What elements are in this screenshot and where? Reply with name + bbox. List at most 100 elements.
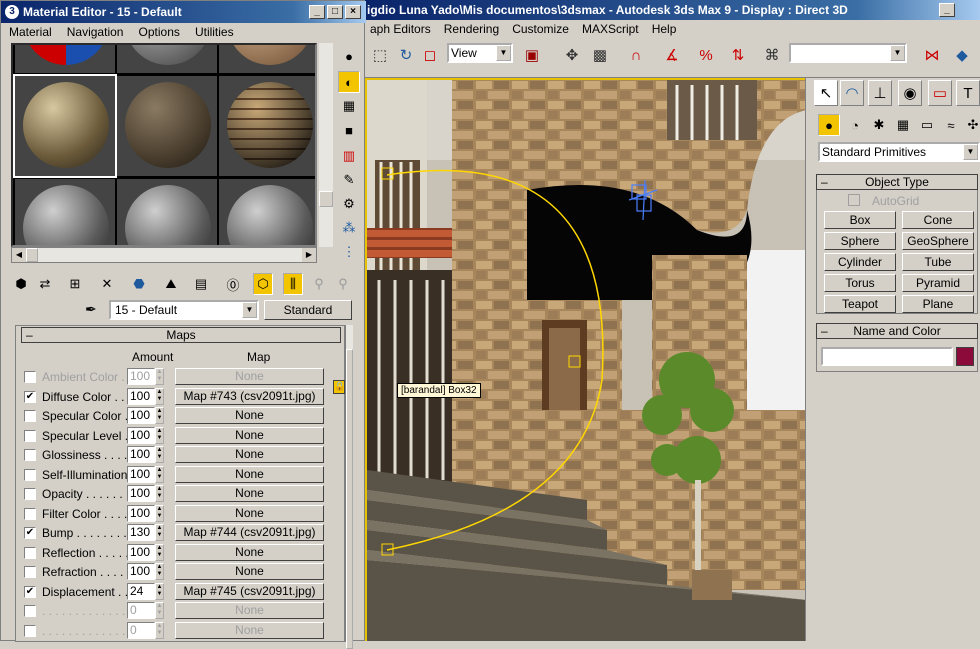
maximize-button[interactable]: □: [327, 5, 343, 19]
map-enable-checkbox[interactable]: [24, 468, 36, 481]
menu-customize[interactable]: Customize: [507, 20, 574, 38]
map-amount-input[interactable]: 100: [127, 407, 155, 424]
plane-button[interactable]: Plane: [902, 295, 974, 313]
select-by-material-icon[interactable]: ⁂: [338, 217, 360, 239]
map-amount-input[interactable]: 100: [127, 543, 155, 561]
menu-material[interactable]: Material: [1, 23, 56, 41]
amount-spinner[interactable]: ▲ ▼: [155, 446, 164, 463]
map-slot-button[interactable]: None: [175, 485, 324, 502]
map-enable-checkbox[interactable]: [24, 624, 36, 637]
material-type-button[interactable]: Standard: [264, 300, 352, 320]
material-name-dropdown[interactable]: 15 - Default ▼: [109, 300, 259, 320]
create-tab-icon[interactable]: ↖: [814, 80, 838, 106]
teapot-button[interactable]: Teapot: [824, 295, 896, 313]
map-slot-button[interactable]: Map #745 (csv2091t.jpg): [175, 582, 324, 600]
map-enable-checkbox[interactable]: [24, 566, 36, 578]
map-enable-checkbox[interactable]: ✔: [24, 585, 36, 598]
minimize-button[interactable]: _: [309, 5, 325, 19]
sample-slot[interactable]: [219, 45, 315, 73]
perspective-viewport[interactable]: [365, 78, 805, 641]
lights-icon[interactable]: ✱: [868, 114, 890, 136]
slots-horizontal-scrollbar[interactable]: ◀ ▶: [11, 247, 317, 263]
max-minimize-button[interactable]: _: [939, 3, 955, 17]
eyedropper-icon[interactable]: ✒: [85, 301, 97, 318]
geosphere-button[interactable]: GeoSphere: [902, 232, 974, 250]
menu-utilities[interactable]: Utilities: [187, 23, 238, 41]
map-amount-input[interactable]: 100: [127, 368, 155, 385]
named-selection-icon[interactable]: ⌘: [761, 44, 783, 66]
get-material-icon[interactable]: ⬢: [11, 273, 31, 295]
put-to-scene-icon[interactable]: ⇄: [35, 273, 55, 295]
map-slot-button[interactable]: None: [175, 407, 324, 424]
map-enable-checkbox[interactable]: [24, 507, 36, 520]
amount-spinner[interactable]: ▲ ▼: [155, 602, 164, 619]
cameras-icon[interactable]: ▦: [892, 114, 914, 136]
object-name-field[interactable]: [821, 347, 953, 366]
map-slot-button[interactable]: None: [175, 368, 324, 385]
cone-button[interactable]: Cone: [902, 211, 974, 229]
map-slot-button[interactable]: None: [175, 426, 324, 444]
pick-material-icon[interactable]: ⚲: [333, 273, 353, 295]
amount-spinner[interactable]: ▲ ▼: [155, 426, 164, 444]
select-region-icon[interactable]: ⬚: [369, 44, 391, 66]
menu-help[interactable]: Help: [647, 20, 682, 38]
hierarchy-tab-icon[interactable]: ⊥: [868, 80, 892, 106]
motion-tab-icon[interactable]: ◉: [898, 80, 922, 106]
map-slot-button[interactable]: None: [175, 446, 324, 463]
amount-spinner[interactable]: ▲ ▼: [155, 621, 164, 639]
map-slot-button[interactable]: None: [175, 602, 324, 619]
sample-slot-active[interactable]: [13, 74, 117, 178]
show-end-result-icon[interactable]: ⬡: [253, 273, 273, 295]
sample-slot[interactable]: [117, 76, 217, 176]
reset-map-icon[interactable]: ✕: [97, 273, 117, 295]
object-type-rollout-header[interactable]: – Object Type: [816, 174, 978, 190]
menu-navigation[interactable]: Navigation: [59, 23, 128, 41]
sample-type-icon[interactable]: ●: [338, 45, 360, 67]
map-slot-button[interactable]: Map #744 (csv2091t.jpg): [175, 524, 324, 541]
menu-graph-editors[interactable]: aph Editors: [365, 20, 436, 38]
put-to-library-icon[interactable]: ⛰: [161, 273, 181, 295]
sample-slot[interactable]: [117, 45, 217, 73]
map-amount-input[interactable]: 100: [127, 504, 155, 522]
spinner-snap-icon[interactable]: ⇅: [727, 44, 749, 66]
material-map-navigator-icon[interactable]: ⋮: [338, 241, 360, 263]
video-color-check-icon[interactable]: ▥: [338, 145, 360, 167]
shapes-icon[interactable]: ◔: [844, 114, 866, 136]
rotate-icon[interactable]: ↻: [395, 44, 417, 66]
map-slot-button[interactable]: None: [175, 621, 324, 639]
background-icon[interactable]: ▦: [338, 95, 360, 117]
map-amount-input[interactable]: 100: [127, 465, 155, 483]
autogrid-checkbox[interactable]: [848, 194, 860, 206]
material-id-channel-icon[interactable]: ▤: [191, 273, 211, 295]
amount-spinner[interactable]: ▲ ▼: [155, 387, 164, 405]
go-forward-to-sibling-icon[interactable]: ⚲: [309, 273, 329, 295]
slots-vertical-scrollbar[interactable]: [319, 43, 333, 247]
scroll-thumb[interactable]: [319, 191, 333, 207]
torus-button[interactable]: Torus: [824, 274, 896, 292]
map-enable-checkbox[interactable]: [24, 449, 36, 461]
mirror-icon[interactable]: ⋈: [921, 44, 943, 66]
menu-rendering[interactable]: Rendering: [439, 20, 504, 38]
map-amount-input[interactable]: 100: [127, 446, 155, 463]
map-slot-button[interactable]: Map #743 (csv2091t.jpg): [175, 387, 324, 405]
amount-spinner[interactable]: ▲ ▼: [155, 465, 164, 483]
show-map-in-viewport-icon[interactable]: ⓪: [223, 273, 243, 295]
map-enable-checkbox[interactable]: [24, 410, 36, 422]
map-amount-input[interactable]: 100: [127, 563, 155, 580]
map-enable-checkbox[interactable]: ✔: [24, 527, 36, 539]
modify-tab-icon[interactable]: ◠: [840, 80, 864, 106]
geometry-icon[interactable]: ●: [818, 114, 840, 136]
make-preview-icon[interactable]: ✎: [338, 169, 360, 191]
make-unique-icon[interactable]: ⬣: [129, 273, 149, 295]
map-enable-checkbox[interactable]: [24, 605, 36, 617]
helpers-icon[interactable]: ▭: [916, 114, 938, 136]
amount-spinner[interactable]: ▲ ▼: [155, 504, 164, 522]
snap-icon[interactable]: ∩: [625, 44, 647, 66]
tube-button[interactable]: Tube: [902, 253, 974, 271]
angle-snap-icon[interactable]: ∡: [661, 44, 683, 66]
maps-scrollbar[interactable]: [345, 325, 353, 649]
reference-coord-dropdown[interactable]: View ▼: [447, 43, 513, 63]
sample-slot[interactable]: [219, 76, 315, 176]
options-icon[interactable]: ⚙: [338, 193, 360, 215]
close-button[interactable]: ×: [345, 5, 361, 19]
